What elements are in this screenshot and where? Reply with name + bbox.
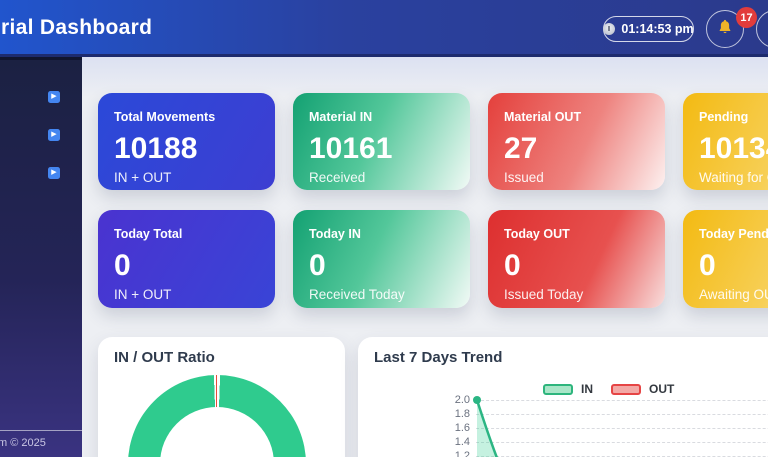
card-title: Today IN (309, 227, 361, 241)
clock-display[interactable]: 01:14:53 pm (603, 16, 694, 42)
menu-arrow-icon[interactable]: ▶ (48, 167, 60, 179)
in-out-ratio-donut-chart (128, 375, 306, 457)
card-title: Material IN (309, 110, 373, 124)
card-title: Today Pending (699, 227, 768, 241)
stat-card-pending: Pending 10134 Waiting for OUT (683, 93, 768, 190)
stat-card-material-out: Material OUT 27 Issued (488, 93, 665, 190)
card-title: Today OUT (504, 227, 570, 241)
content-background (82, 57, 768, 97)
menu-arrow-icon[interactable]: ▶ (48, 91, 60, 103)
card-title: Material OUT (504, 110, 582, 124)
y-axis-tick: 1.2 (454, 450, 470, 457)
card-value: 27 (504, 132, 538, 165)
sidebar: ▶ ▶ ▶ m © 2025 (0, 57, 82, 457)
stat-card-today-out: Today OUT 0 Issued Today (488, 210, 665, 308)
card-value: 10134 (699, 132, 768, 165)
stat-card-material-in: Material IN 10161 Received (293, 93, 470, 190)
stat-card-today-in: Today IN 0 Received Today (293, 210, 470, 308)
stat-card-total-movements: Total Movements 10188 IN + OUT (98, 93, 275, 190)
card-value: 0 (699, 249, 716, 282)
sidebar-divider (0, 430, 82, 431)
y-axis-tick: 1.4 (454, 436, 470, 448)
sidebar-footer: m © 2025 (0, 437, 46, 449)
card-subtitle: Received Today (309, 287, 405, 302)
card-subtitle: Waiting for OUT (699, 170, 768, 185)
profile-button[interactable] (756, 10, 768, 48)
bell-icon (716, 18, 734, 41)
y-axis-tick: 2.0 (454, 394, 470, 406)
notification-count: 17 (740, 11, 753, 24)
card-title: Pending (699, 110, 749, 124)
card-subtitle: Received (309, 170, 366, 185)
card-subtitle: IN + OUT (114, 287, 172, 302)
card-subtitle: IN + OUT (114, 170, 172, 185)
page-title: rial Dashboard (1, 16, 153, 39)
clock-icon (603, 23, 616, 35)
card-subtitle: Issued (504, 170, 544, 185)
chart-title: IN / OUT Ratio (114, 349, 215, 366)
notification-count-badge: 17 (736, 7, 757, 28)
stat-card-today-total: Today Total 0 IN + OUT (98, 210, 275, 308)
menu-arrow-icon[interactable]: ▶ (48, 129, 60, 141)
card-value: 0 (114, 249, 131, 282)
chart-title: Last 7 Days Trend (374, 349, 503, 366)
card-title: Today Total (114, 227, 183, 241)
card-value: 0 (309, 249, 326, 282)
stat-card-today-pending: Today Pending 0 Awaiting OUT (683, 210, 768, 308)
last-7-days-trend-card: Last 7 Days Trend IN OUT 2.0 1.8 1.6 1.4… (358, 337, 768, 457)
card-value: 10161 (309, 132, 393, 165)
card-value: 10188 (114, 132, 198, 165)
y-axis-tick: 1.8 (454, 408, 470, 420)
card-subtitle: Awaiting OUT (699, 287, 768, 302)
y-axis-tick: 1.6 (454, 422, 470, 434)
trend-line-chart (473, 396, 498, 457)
app-header: rial Dashboard 01:14:53 pm 17 (0, 0, 768, 57)
card-title: Total Movements (114, 110, 216, 124)
clock-time: 01:14:53 pm (621, 22, 694, 36)
card-subtitle: Issued Today (504, 287, 584, 302)
in-out-ratio-card: IN / OUT Ratio (98, 337, 345, 457)
card-value: 0 (504, 249, 521, 282)
